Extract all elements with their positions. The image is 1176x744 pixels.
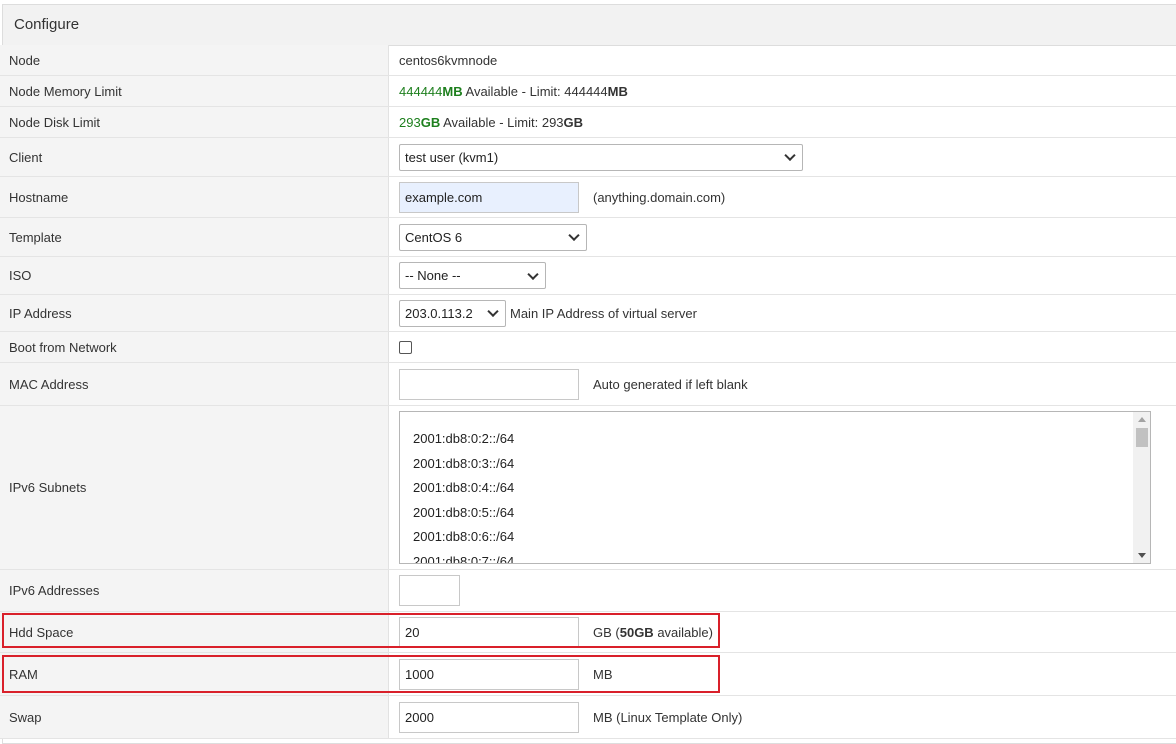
swap-label: Swap — [0, 696, 389, 738]
row-node: Node centos6kvmnode — [0, 45, 1176, 76]
row-hdd-space: Hdd Space 20 GB (50GB available) — [0, 612, 1176, 653]
scroll-thumb[interactable] — [1136, 428, 1148, 447]
chevron-down-icon — [487, 305, 499, 318]
mac-address-label: MAC Address — [0, 363, 389, 405]
swap-hint: MB (Linux Template Only) — [593, 709, 743, 725]
chevron-down-icon — [784, 149, 796, 162]
template-selected-value: CentOS 6 — [405, 229, 463, 245]
client-select[interactable]: test user (kvm1) — [399, 143, 803, 171]
row-node-memory: Node Memory Limit 444444 MB Available - L… — [0, 76, 1176, 107]
hostname-hint: (anything.domain.com) — [593, 189, 726, 205]
boot-network-checkbox[interactable] — [399, 340, 412, 354]
node-disk-label: Node Disk Limit — [0, 107, 389, 137]
list-item[interactable]: 2001:db8:0:5::/64 — [413, 505, 514, 520]
ram-label: RAM — [0, 653, 389, 695]
panel-title: Configure — [3, 5, 1176, 46]
ip-address-selected-value: 203.0.113.2 — [405, 305, 473, 321]
scroll-down-arrow-icon[interactable] — [1138, 553, 1146, 558]
list-item[interactable]: 2001:db8:0:7::/64 — [413, 554, 514, 563]
hostname-label: Hostname — [0, 177, 389, 217]
ipv6-subnets-label: IPv6 Subnets — [0, 406, 389, 569]
hdd-space-input[interactable]: 20 — [399, 616, 579, 648]
memory-available-number: 444444 — [399, 83, 443, 99]
row-ip-address: IP Address 203.0.113.2 Main IP Address o… — [0, 295, 1176, 332]
client-label: Client — [0, 138, 389, 176]
mac-address-hint: Auto generated if left blank — [593, 376, 748, 392]
node-memory-value: 444444 MB Available - Limit: 444444 MB — [389, 76, 1176, 106]
row-mac-address: MAC Address Auto generated if left blank — [0, 363, 1176, 406]
memory-middle-text: Available - Limit: — [462, 83, 565, 99]
ip-address-label: IP Address — [0, 295, 389, 331]
ipv6-subnets-listbox[interactable]: 2001:db8:0:2::/64 2001:db8:0:3::/64 2001… — [399, 411, 1151, 564]
list-item[interactable]: 2001:db8:0:3::/64 — [413, 456, 514, 471]
memory-available-unit: MB — [442, 83, 463, 99]
memory-limit-unit: MB — [607, 83, 628, 99]
client-selected-value: test user (kvm1) — [405, 149, 499, 165]
row-hostname: Hostname example.com (anything.domain.co… — [0, 177, 1176, 218]
disk-available-number: 293 — [399, 114, 421, 130]
list-item[interactable]: 2001:db8:0:2::/64 — [413, 431, 514, 446]
iso-selected-value: -- None -- — [405, 268, 461, 283]
scroll-up-arrow-icon[interactable] — [1138, 417, 1146, 422]
node-value: centos6kvmnode — [399, 52, 498, 68]
ipv6-addresses-label: IPv6 Addresses — [0, 570, 389, 611]
listbox-scrollbar[interactable] — [1133, 412, 1150, 563]
hdd-available-suffix: available) — [653, 624, 713, 640]
row-ram: RAM 1000 MB — [0, 653, 1176, 696]
hdd-unit-prefix: GB ( — [593, 624, 620, 640]
hostname-input[interactable]: example.com — [399, 181, 579, 213]
hdd-available-amount: 50GB — [619, 624, 654, 640]
row-client: Client test user (kvm1) — [0, 138, 1176, 177]
row-ipv6-subnets: IPv6 Subnets 2001:db8:0:2::/64 2001:db8:… — [0, 406, 1176, 570]
hdd-space-value: 20 — [405, 624, 420, 640]
ram-input[interactable]: 1000 — [399, 658, 579, 690]
node-label: Node — [0, 45, 389, 75]
ram-value: 1000 — [405, 666, 434, 682]
list-item[interactable]: 2001:db8:0:4::/64 — [413, 480, 514, 495]
template-select[interactable]: CentOS 6 — [399, 223, 587, 251]
disk-middle-text: Available - Limit: — [440, 114, 542, 130]
disk-limit-unit: GB — [563, 114, 584, 130]
iso-label: ISO — [0, 257, 389, 294]
row-template: Template CentOS 6 — [0, 218, 1176, 257]
node-memory-label: Node Memory Limit — [0, 76, 389, 106]
row-ipv6-addresses: IPv6 Addresses — [0, 570, 1176, 612]
boot-network-label: Boot from Network — [0, 332, 389, 362]
swap-value: 2000 — [405, 709, 434, 725]
ram-unit: MB — [593, 666, 613, 682]
list-item[interactable]: 2001:db8:0:6::/64 — [413, 529, 514, 544]
memory-limit-number: 444444 — [564, 83, 608, 99]
mac-address-input[interactable] — [399, 368, 579, 400]
chevron-down-icon — [568, 229, 580, 242]
row-boot-network: Boot from Network — [0, 332, 1176, 363]
hdd-space-hint: GB (50GB available) — [593, 625, 713, 640]
disk-available-unit: GB — [420, 114, 441, 130]
hdd-space-label: Hdd Space — [0, 612, 389, 652]
ip-address-select[interactable]: 203.0.113.2 — [399, 299, 506, 327]
row-swap: Swap 2000 MB (Linux Template Only) — [0, 696, 1176, 739]
template-label: Template — [0, 218, 389, 256]
ipv6-addresses-input[interactable] — [399, 575, 460, 606]
chevron-down-icon — [527, 268, 539, 280]
iso-select[interactable]: -- None -- — [399, 262, 546, 289]
row-node-disk: Node Disk Limit 293 GB Available - Limit:… — [0, 107, 1176, 138]
disk-limit-number: 293 — [541, 114, 564, 130]
swap-input[interactable]: 2000 — [399, 701, 579, 733]
hostname-value: example.com — [405, 189, 483, 205]
node-disk-value: 293 GB Available - Limit: 293 GB — [389, 107, 1176, 137]
ip-address-hint: Main IP Address of virtual server — [510, 305, 697, 321]
row-iso: ISO -- None -- — [0, 257, 1176, 295]
